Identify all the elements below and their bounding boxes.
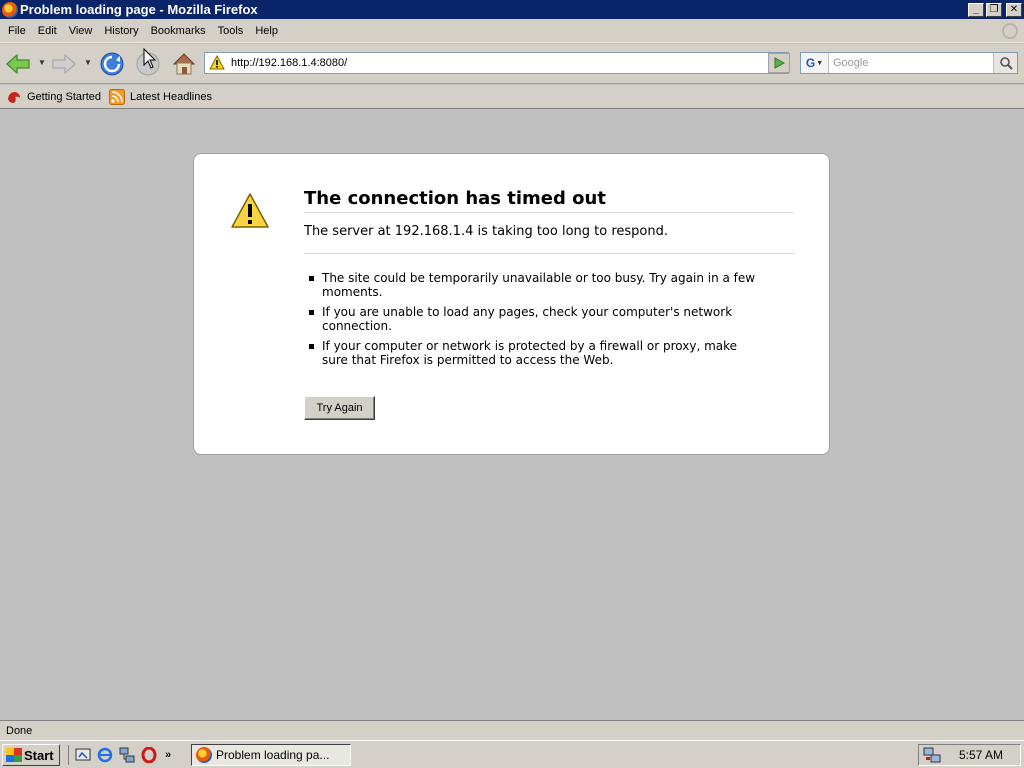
bookmark-getting-started[interactable]: Getting Started: [6, 89, 101, 105]
error-page: The connection has timed out The server …: [193, 153, 830, 455]
taskbar-item-label: Problem loading pa...: [216, 748, 330, 762]
menu-history[interactable]: History: [98, 25, 144, 37]
show-desktop-icon[interactable]: [75, 747, 91, 763]
magnifier-icon: [999, 57, 1013, 70]
error-title: The connection has timed out: [304, 188, 794, 213]
reload-button[interactable]: [98, 50, 126, 78]
search-engine-selector[interactable]: G ▼: [801, 53, 829, 73]
clock: 5:57 AM: [959, 748, 1004, 762]
rss-icon: [109, 88, 125, 105]
firefox-icon[interactable]: [2, 1, 18, 18]
menu-file[interactable]: File: [2, 25, 32, 37]
quick-launch-overflow-icon[interactable]: »: [165, 749, 171, 761]
search-button[interactable]: [993, 53, 1017, 73]
opera-icon[interactable]: [141, 747, 157, 763]
minimize-button[interactable]: _: [968, 2, 984, 17]
taskbar: Start » Problem loading pa... 5:57 AM: [0, 740, 1024, 768]
search-box[interactable]: G ▼ Google: [800, 52, 1018, 74]
bookmark-label: Getting Started: [27, 90, 101, 103]
forward-button[interactable]: [50, 50, 78, 78]
menu-help[interactable]: Help: [249, 25, 284, 37]
reload-icon: [100, 52, 124, 76]
windows-logo-icon: [6, 748, 22, 762]
google-icon: G: [805, 56, 816, 70]
internet-explorer-icon[interactable]: [97, 747, 113, 763]
quick-launch: »: [68, 745, 171, 765]
firefox-bookmark-icon: [8, 91, 20, 103]
menu-bar: File Edit View History Bookmarks Tools H…: [0, 19, 1024, 43]
back-arrow-icon: [6, 53, 30, 75]
throbber-icon: [1002, 23, 1018, 39]
window-titlebar: Problem loading page - Mozilla Firefox _…: [0, 0, 1024, 19]
start-label: Start: [24, 747, 54, 763]
error-short-description: The server at 192.168.1.4 is taking too …: [304, 224, 794, 254]
network-tray-icon[interactable]: [923, 747, 941, 763]
back-button[interactable]: [4, 50, 32, 78]
firefox-icon: [196, 747, 212, 763]
try-again-button[interactable]: Try Again: [304, 396, 375, 420]
bookmark-label: Latest Headlines: [130, 90, 212, 103]
restore-button[interactable]: ❐: [986, 2, 1002, 17]
status-bar: Done: [0, 720, 1024, 740]
bookmarks-toolbar: Getting Started Latest Headlines: [0, 85, 1024, 109]
system-tray: 5:57 AM: [918, 744, 1021, 766]
url-text[interactable]: http://192.168.1.4:8080/: [231, 57, 772, 69]
list-item: If you are unable to load any pages, che…: [304, 305, 764, 333]
warning-icon: [231, 193, 269, 228]
taskbar-item-firefox[interactable]: Problem loading pa...: [191, 744, 351, 766]
forward-history-dropdown-icon[interactable]: ▼: [84, 58, 92, 67]
list-item: The site could be temporarily unavailabl…: [304, 271, 764, 299]
go-arrow-icon: [774, 57, 785, 69]
home-icon: [172, 53, 196, 75]
search-input[interactable]: Google: [829, 57, 993, 69]
menu-view[interactable]: View: [63, 25, 99, 37]
home-button[interactable]: [170, 50, 198, 78]
url-bar[interactable]: http://192.168.1.4:8080/ ▼: [204, 52, 789, 74]
menu-tools[interactable]: Tools: [212, 25, 250, 37]
page-content: The connection has timed out The server …: [0, 110, 1024, 720]
close-button[interactable]: ✕: [1006, 2, 1022, 17]
network-icon[interactable]: [119, 747, 135, 763]
stop-icon: [136, 47, 160, 76]
stop-button[interactable]: [134, 47, 162, 76]
back-history-dropdown-icon[interactable]: ▼: [38, 58, 46, 67]
forward-arrow-icon: [52, 53, 76, 75]
error-long-description: The site could be temporarily unavailabl…: [304, 271, 764, 373]
status-text: Done: [6, 724, 33, 737]
menu-bookmarks[interactable]: Bookmarks: [145, 25, 212, 37]
menu-edit[interactable]: Edit: [32, 25, 63, 37]
list-item: If your computer or network is protected…: [304, 339, 764, 367]
go-button[interactable]: [768, 53, 790, 73]
chevron-down-icon: ▼: [816, 59, 824, 67]
window-title: Problem loading page - Mozilla Firefox: [20, 2, 258, 17]
bookmark-latest-headlines[interactable]: Latest Headlines: [109, 88, 212, 105]
warning-icon: [209, 55, 225, 70]
start-button[interactable]: Start: [2, 744, 60, 766]
